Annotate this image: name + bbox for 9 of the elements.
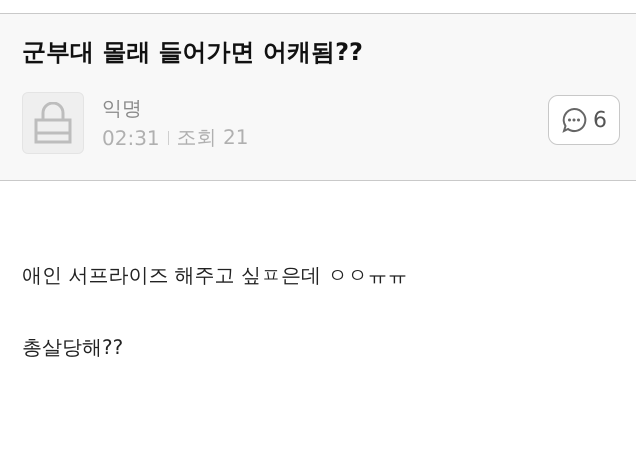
author-name: 익명 (102, 95, 143, 122)
comment-count-button[interactable]: 6 (548, 95, 620, 145)
post-title: 군부대 몰래 들어가면 어캐됨?? (22, 37, 364, 68)
post-time: 02:31 (102, 126, 160, 150)
post-body-text: 애인 서프라이즈 해주고 싶ㅍ은데 ㅇㅇㅠㅠ (22, 262, 408, 289)
view-count: 조회 21 (176, 124, 248, 151)
post-body-text: 총살당해?? (22, 334, 124, 361)
lock-icon (34, 102, 72, 144)
speech-bubble-icon (561, 107, 587, 133)
